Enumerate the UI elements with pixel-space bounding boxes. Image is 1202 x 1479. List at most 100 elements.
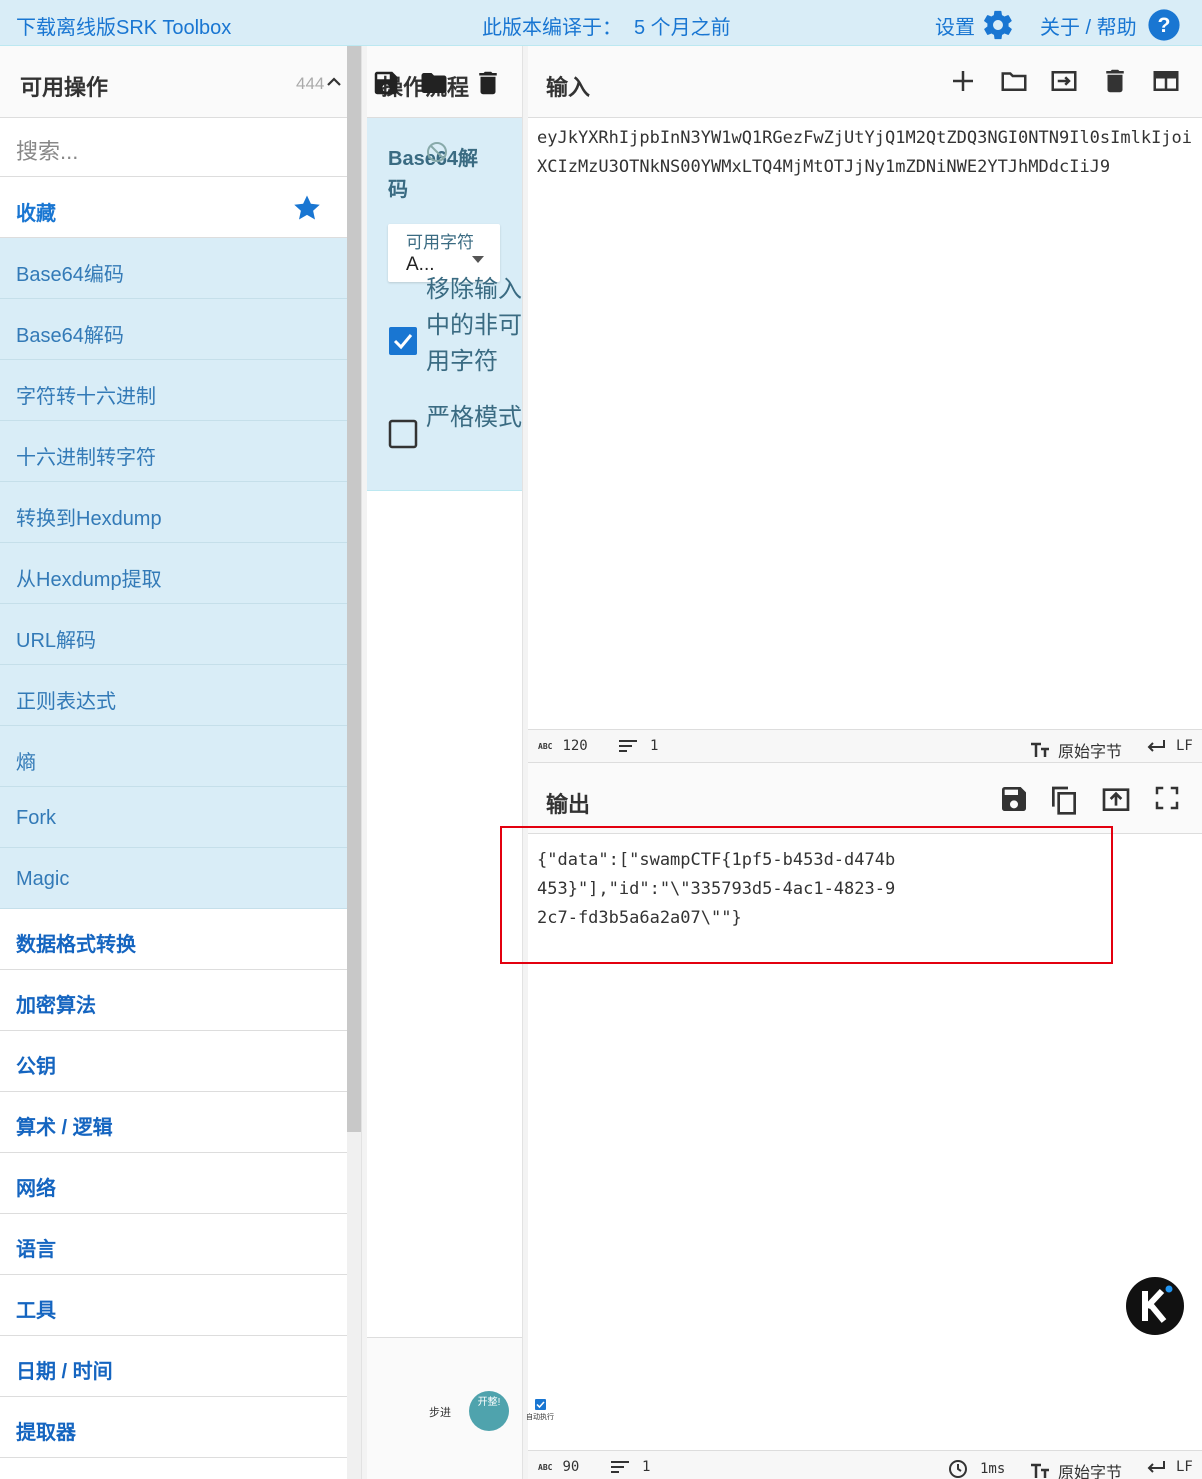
operation-item[interactable]: 转换到Hexdump xyxy=(0,482,347,543)
input-status-bar: ABC 120 1 原始字节 LF xyxy=(528,729,1202,762)
recipe-controls: 步进 开整! xyxy=(367,1337,522,1479)
version-info: 此版本编译于： 5 个月之前 xyxy=(482,11,731,40)
output-length-value: 90 xyxy=(562,1459,580,1475)
input-header: 输入 xyxy=(528,46,1202,118)
autobake-label: 自动执行 xyxy=(526,1414,554,1421)
eol-icon xyxy=(1147,740,1165,752)
lines-icon xyxy=(611,1461,629,1473)
strict-mode-checkbox[interactable] xyxy=(388,419,418,449)
add-tab-icon[interactable] xyxy=(948,66,978,96)
operation-item[interactable]: 正则表达式 xyxy=(0,665,347,726)
output-eol[interactable]: LF xyxy=(1146,1459,1193,1475)
operations-scrollbar[interactable] xyxy=(347,46,361,1479)
output-time: 1ms xyxy=(948,1459,1005,1479)
layout-icon[interactable] xyxy=(1150,66,1182,96)
output-encoding-value: 原始字节 xyxy=(1058,1465,1123,1479)
operation-item[interactable]: Base64编码 xyxy=(0,238,347,299)
category-item[interactable]: 网络 xyxy=(0,1153,347,1214)
operations-panel: 可用操作 444 搜索... 收藏 Base64编码 Base64解码 字符转十六进… xyxy=(0,46,347,1479)
options-label: 设置 xyxy=(935,16,975,39)
scrollbar-thumb[interactable] xyxy=(347,46,361,1132)
svg-text:?: ? xyxy=(1157,13,1170,37)
save-output-icon[interactable] xyxy=(998,783,1030,815)
input-length: ABC 120 xyxy=(538,738,588,754)
open-folder-icon[interactable] xyxy=(998,66,1030,96)
alphabet-label: 可用字符 xyxy=(406,233,474,252)
output-lines-value: 1 xyxy=(642,1459,651,1475)
input-eol-value: LF xyxy=(1176,738,1193,754)
input-eol[interactable]: LF xyxy=(1146,738,1193,754)
input-textarea[interactable]: eyJkYXRhIjpbInN3YW1wQ1RGezFwZjUtYjQ1M2Qt… xyxy=(537,124,1201,724)
remove-nonalpha-checkbox[interactable] xyxy=(388,326,418,356)
category-item[interactable]: 算术 / 逻辑 xyxy=(0,1092,347,1153)
maximise-icon[interactable] xyxy=(1152,783,1182,813)
clear-recipe-icon[interactable] xyxy=(473,68,503,98)
category-item[interactable]: 工具 xyxy=(0,1275,347,1336)
output-lines: 1 xyxy=(610,1459,650,1475)
input-encoding[interactable]: 原始字节 xyxy=(1030,738,1122,762)
clock-icon xyxy=(949,1460,967,1478)
disable-icon[interactable] xyxy=(425,140,449,164)
output-encoding[interactable]: 原始字节 xyxy=(1030,1459,1122,1479)
copy-icon[interactable] xyxy=(1048,783,1080,817)
io-panel: 输入 eyJkYXRhIjpbInN3YW1wQ1RGezFwZjUtYjQ1M… xyxy=(528,46,1202,1479)
about-button[interactable]: 关于 / 帮助 ? xyxy=(1040,8,1181,42)
category-item[interactable]: 数据格式转换 xyxy=(0,909,347,970)
operations-header: 可用操作 444 xyxy=(0,46,347,118)
category-item[interactable]: 日期 / 时间 xyxy=(0,1336,347,1397)
operation-item[interactable]: 十六进制转字符 xyxy=(0,421,347,482)
abc-icon: ABC xyxy=(538,741,553,751)
input-lines: 1 xyxy=(618,738,658,754)
search-input[interactable]: 搜索... xyxy=(0,118,347,177)
output-header: 输出 xyxy=(528,762,1202,834)
version-value: 5 个月之前 xyxy=(634,17,731,39)
recipe-operation[interactable]: Base64解码 可用字符 A... 移除输入中的非可用字符 严格模式 xyxy=(367,118,522,491)
options-button[interactable]: 设置 xyxy=(935,8,1015,42)
output-time-value: 1ms xyxy=(980,1461,1006,1477)
help-icon: ? xyxy=(1148,9,1180,41)
chevron-down-icon xyxy=(472,256,484,263)
operation-item[interactable]: Fork xyxy=(0,787,347,848)
operation-item[interactable]: 字符转十六进制 xyxy=(0,360,347,421)
input-encoding-value: 原始字节 xyxy=(1058,744,1123,761)
operation-item[interactable]: URL解码 xyxy=(0,604,347,665)
app-window: 下载离线版SRK Toolbox 此版本编译于： 5 个月之前 设置 关于 / 帮… xyxy=(0,0,1202,1479)
replace-input-icon[interactable] xyxy=(1100,783,1132,815)
output-eol-value: LF xyxy=(1176,1459,1193,1475)
operation-item[interactable]: Base64解码 xyxy=(0,299,347,360)
operation-item[interactable]: 熵 xyxy=(0,726,347,787)
operations-count: 444 xyxy=(296,74,325,93)
highlight-box xyxy=(500,826,1113,964)
save-recipe-icon[interactable] xyxy=(371,68,401,98)
text-size-icon xyxy=(1031,1463,1049,1478)
output-status-bar: ABC 90 1 1ms 原始字节 LF xyxy=(528,1450,1202,1479)
step-button[interactable]: 步进 xyxy=(429,1404,451,1420)
output-title: 输出 xyxy=(546,792,591,817)
k-logo-icon xyxy=(1126,1277,1184,1335)
category-item[interactable]: 公钥 xyxy=(0,1031,347,1092)
remove-nonalpha-label: 移除输入中的非可用字符 xyxy=(426,276,522,375)
category-item[interactable]: 加密算法 xyxy=(0,970,347,1031)
autobake-toggle[interactable]: 自动执行 xyxy=(526,1399,554,1422)
trash-icon[interactable] xyxy=(1100,66,1130,96)
abc-icon: ABC xyxy=(538,1462,553,1472)
operations-title: 可用操作 xyxy=(20,75,109,100)
bake-button[interactable]: 开整! xyxy=(469,1391,509,1431)
gear-icon xyxy=(984,10,1012,40)
text-size-icon xyxy=(1031,742,1049,757)
operation-item[interactable]: Magic xyxy=(0,848,347,909)
load-recipe-icon[interactable] xyxy=(419,68,449,98)
category-item[interactable]: 提取器 xyxy=(0,1397,347,1458)
output-length: ABC 90 xyxy=(538,1459,579,1475)
favourites-category[interactable]: 收藏 xyxy=(0,177,347,238)
lines-icon xyxy=(619,740,637,752)
input-lines-value: 1 xyxy=(650,738,659,754)
top-banner: 下载离线版SRK Toolbox 此版本编译于： 5 个月之前 设置 关于 / 帮… xyxy=(0,0,1202,46)
autobake-checkbox[interactable] xyxy=(534,1399,546,1410)
open-file-icon[interactable] xyxy=(1048,66,1080,96)
category-item[interactable]: 语言 xyxy=(0,1214,347,1275)
download-link[interactable]: 下载离线版SRK Toolbox xyxy=(16,11,231,40)
eol-icon xyxy=(1147,1461,1165,1473)
operation-item[interactable]: 从Hexdump提取 xyxy=(0,543,347,604)
chevron-up-icon[interactable] xyxy=(324,72,344,92)
